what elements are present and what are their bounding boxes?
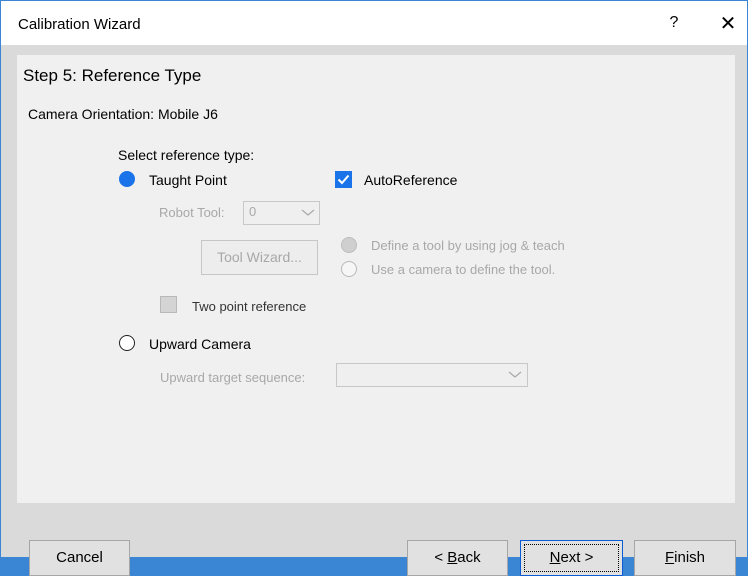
help-button[interactable]: ? — [661, 7, 687, 39]
define-tool-jog-label[interactable]: Define a tool by using jog & teach — [371, 238, 565, 253]
use-camera-tool-radio[interactable] — [341, 261, 357, 277]
taught-point-radio[interactable] — [119, 171, 135, 187]
taught-point-label[interactable]: Taught Point — [149, 172, 227, 188]
robot-tool-dropdown[interactable]: 0 — [243, 201, 320, 225]
close-button[interactable]: ✕ — [715, 7, 741, 39]
robot-tool-value: 0 — [249, 204, 257, 219]
upward-camera-radio[interactable] — [119, 335, 135, 351]
wizard-panel — [17, 55, 735, 503]
title-bar: Calibration Wizard ? ✕ — [1, 1, 747, 45]
back-button[interactable]: < Back — [407, 540, 508, 576]
auto-reference-checkbox[interactable] — [335, 171, 352, 188]
next-button[interactable]: Next > — [520, 540, 623, 576]
two-point-reference-label[interactable]: Two point reference — [192, 299, 306, 314]
step-title: Step 5: Reference Type — [23, 66, 202, 85]
tool-wizard-button[interactable]: Tool Wizard... — [201, 240, 318, 275]
cancel-button[interactable]: Cancel — [29, 540, 130, 576]
focus-indicator — [524, 544, 619, 572]
two-point-reference-checkbox[interactable] — [160, 296, 177, 313]
auto-reference-label[interactable]: AutoReference — [364, 172, 457, 188]
upward-target-sequence-dropdown[interactable] — [336, 363, 528, 387]
chevron-down-icon — [508, 371, 522, 378]
use-camera-tool-label[interactable]: Use a camera to define the tool. — [371, 262, 555, 277]
finish-button[interactable]: Finish — [634, 540, 736, 576]
select-reference-prompt: Select reference type: — [118, 147, 255, 163]
robot-tool-label: Robot Tool: — [159, 205, 225, 220]
window-title: Calibration Wizard — [18, 16, 141, 33]
camera-orientation-label: Camera Orientation: Mobile J6 — [28, 106, 218, 122]
checkmark-icon — [337, 174, 350, 185]
upward-camera-label[interactable]: Upward Camera — [149, 336, 251, 352]
upward-target-sequence-label: Upward target sequence: — [160, 370, 306, 385]
define-tool-jog-radio[interactable] — [341, 237, 357, 253]
chevron-down-icon — [301, 209, 315, 216]
